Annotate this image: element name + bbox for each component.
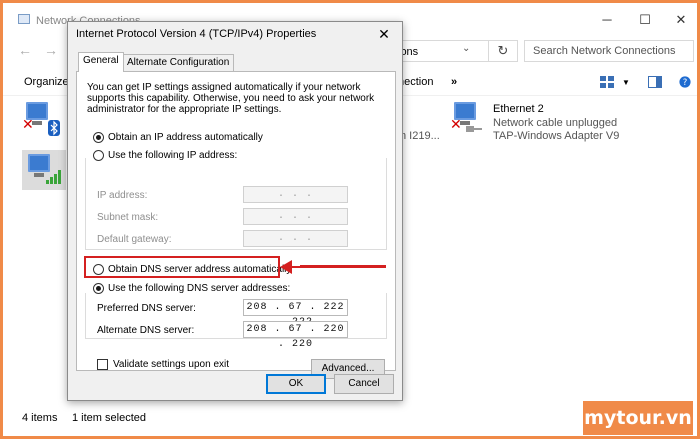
validate-settings-checkbox[interactable] [97,359,108,370]
minimize-button[interactable]: ─ [592,10,622,30]
cancel-button[interactable]: Cancel [334,374,394,394]
default-gateway-label: Default gateway: [97,234,172,245]
wifi-adapter-selected[interactable] [22,150,66,190]
cable-icon [466,126,482,132]
disconnected-x-icon: ✕ [22,116,34,132]
bluetooth-adapter-icon[interactable]: ✕ [22,102,60,136]
organize-menu[interactable]: Organize [24,76,69,88]
subnet-mask-label: Subnet mask: [97,212,159,223]
validate-settings-label[interactable]: Validate settings upon exit [113,359,229,370]
ok-button[interactable]: OK [266,374,326,394]
help-icon[interactable]: ? [678,76,692,88]
dns-highlight-box [84,256,280,278]
ethernet2-name: Ethernet 2 [493,103,544,115]
forward-arrow-icon[interactable]: → [44,42,58,58]
dialog-title: Internet Protocol Version 4 (TCP/IPv4) P… [76,28,317,40]
items-count: 4 items [22,412,58,424]
ethernet2-device: TAP-Windows Adapter V9 [493,130,620,142]
info-text: You can get IP settings assigned automat… [87,82,375,115]
signal-bars-icon [46,170,61,184]
alternate-dns-label: Alternate DNS server: [97,325,195,336]
general-tab-panel: You can get IP settings assigned automat… [76,71,396,379]
preview-pane-icon[interactable] [648,76,662,88]
default-gateway-input[interactable]: . . . [243,230,348,247]
tab-strip: General Alternate Configuration [76,52,396,72]
obtain-ip-auto-label[interactable]: Obtain an IP address automatically [108,132,263,143]
preferred-dns-label: Preferred DNS server: [97,303,196,314]
dialog-close-button[interactable]: ✕ [372,24,396,44]
ip-address-label: IP address: [97,190,148,201]
tab-alternate-configuration[interactable]: Alternate Configuration [122,54,235,72]
svg-text:?: ? [683,78,688,88]
ip-address-input[interactable]: . . . [243,186,348,203]
back-arrow-icon[interactable]: ← [18,42,32,58]
selected-count: 1 item selected [72,412,146,424]
search-placeholder: Search Network Connections [533,45,676,57]
network-folder-icon [18,14,30,24]
mytour-watermark-logo: mytour.vn [583,401,693,435]
close-window-button[interactable]: ✕ [666,10,696,30]
subnet-mask-input[interactable]: . . . [243,208,348,225]
ethernet-adapter-partial-text: n I219... [400,130,440,142]
ethernet2-status: Network cable unplugged [493,117,618,129]
tab-general[interactable]: General [78,52,124,72]
chevron-down-icon[interactable]: ⌄ [462,43,470,54]
refresh-icon[interactable]: ↻ [488,40,518,62]
maximize-button[interactable]: ☐ [630,10,660,30]
bluetooth-icon [48,120,60,136]
disconnected-x-icon: ✕ [450,116,462,132]
more-commands-icon[interactable]: » [451,76,457,88]
preferred-dns-input[interactable]: 208 . 67 . 222 . 222 [243,299,348,328]
obtain-ip-auto-radio[interactable] [93,132,104,143]
view-options-icon[interactable] [600,76,614,88]
search-input[interactable]: Search Network Connections [524,40,694,62]
ipv4-properties-dialog: Internet Protocol Version 4 (TCP/IPv4) P… [67,21,403,401]
annotation-arrow-tail [300,265,386,267]
alternate-dns-input[interactable]: 208 . 67 . 220 . 220 [243,321,348,350]
view-dropdown-icon[interactable]: ▼ [622,78,630,87]
connection-command[interactable]: nection [398,76,433,88]
ethernet2-adapter-icon[interactable]: ✕ [450,102,482,132]
